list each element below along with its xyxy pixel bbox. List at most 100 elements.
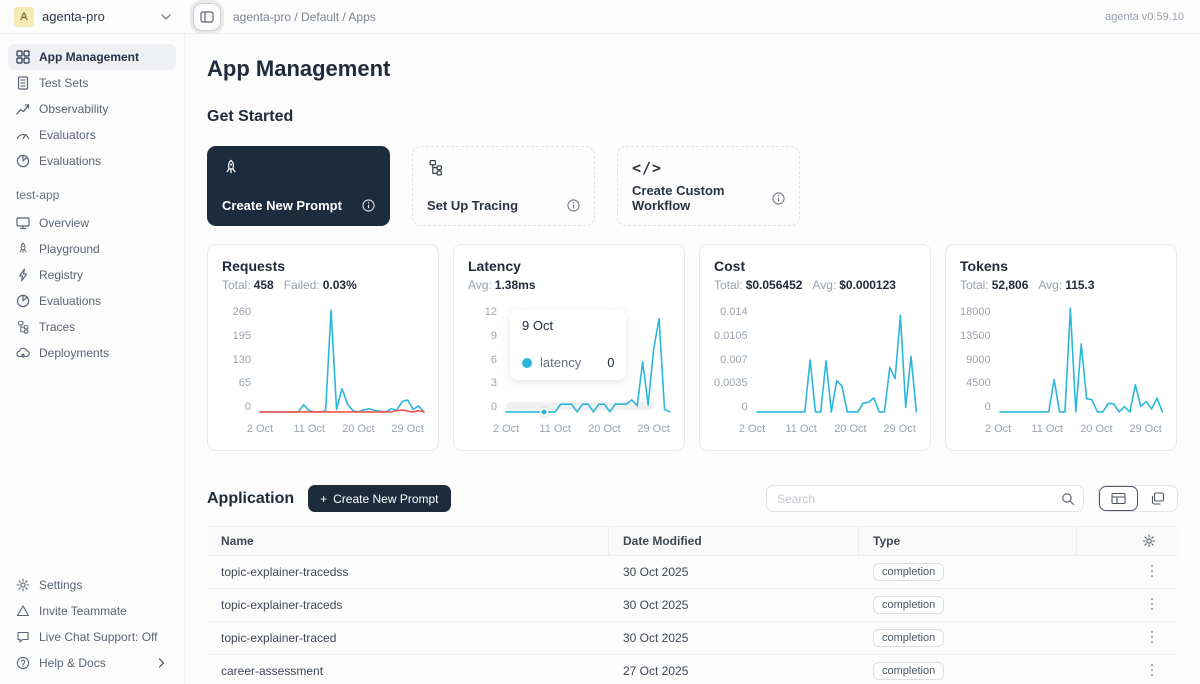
sidebar-item-invite-teammate[interactable]: Invite Teammate xyxy=(8,598,176,624)
sidebar-item-help-docs[interactable]: Help & Docs xyxy=(8,650,176,676)
card-label: Create New Prompt xyxy=(222,198,342,213)
chevron-down-icon xyxy=(161,14,171,20)
chart-tooltip: 9 Octlatency0 xyxy=(510,310,626,380)
sidebar-item-evaluations[interactable]: Evaluations xyxy=(8,148,176,174)
sidebar-item-app-management[interactable]: App Management xyxy=(8,44,176,70)
cell-date-modified: 30 Oct 2025 xyxy=(609,598,859,612)
card-label: Create Custom Workflow xyxy=(632,183,772,213)
chart-plot: 9 Octlatency0 xyxy=(506,306,670,413)
help-icon xyxy=(16,656,30,670)
sidebar-item-label: Invite Teammate xyxy=(39,604,168,618)
cell-name: topic-explainer-traceds xyxy=(207,598,609,612)
application-heading: Application xyxy=(207,490,294,508)
row-actions[interactable] xyxy=(1077,564,1178,581)
sidebar-item-evaluations[interactable]: Evaluations xyxy=(8,288,176,314)
row-actions[interactable] xyxy=(1077,597,1178,614)
x-tick: 11 Oct xyxy=(1031,423,1063,435)
kebab-menu-icon[interactable] xyxy=(1150,597,1154,614)
chart-plot xyxy=(757,306,916,413)
cell-date-modified: 30 Oct 2025 xyxy=(609,631,859,645)
chart-card-latency: LatencyAvg:1.38ms1296309 Octlatency02 Oc… xyxy=(453,244,685,451)
kebab-menu-icon[interactable] xyxy=(1150,630,1154,647)
y-tick: 9 xyxy=(491,330,497,342)
create-new-prompt-card[interactable]: Create New Prompt xyxy=(207,146,390,226)
tooltip-row: latency0 xyxy=(522,355,614,370)
table-row[interactable]: topic-explainer-tracedss30 Oct 2025compl… xyxy=(207,556,1178,589)
sidebar-item-registry[interactable]: Registry xyxy=(8,262,176,288)
sidebar-item-label: Overview xyxy=(39,216,168,230)
y-tick: 0.014 xyxy=(720,306,748,318)
sidebar-item-observability[interactable]: Observability xyxy=(8,96,176,122)
y-tick: 0 xyxy=(491,401,497,413)
gear-icon[interactable] xyxy=(1142,534,1156,548)
sidebar-item-label: Evaluators xyxy=(39,128,168,142)
sidebar-item-label: App Management xyxy=(39,50,168,64)
type-badge: completion xyxy=(873,662,944,680)
y-tick: 0.0105 xyxy=(714,330,748,342)
code-icon: </> xyxy=(632,159,785,177)
kebab-menu-icon[interactable] xyxy=(1150,564,1154,581)
chart-stat: Avg:1.38ms xyxy=(468,278,536,292)
sidebar-item-test-sets[interactable]: Test Sets xyxy=(8,70,176,96)
triangle-icon xyxy=(16,604,30,618)
table-row[interactable]: career-assessment27 Oct 2025completion xyxy=(207,655,1178,684)
chart-stats: Total:52,806Avg:115.3 xyxy=(960,278,1162,292)
bolt-icon xyxy=(16,268,30,282)
x-tick: 20 Oct xyxy=(588,423,620,435)
search-input[interactable] xyxy=(777,492,1061,506)
pie-icon xyxy=(16,294,30,308)
list-icon xyxy=(16,76,30,90)
sidebar-item-playground[interactable]: Playground xyxy=(8,236,176,262)
x-tick: 20 Oct xyxy=(1080,423,1112,435)
chart-title: Latency xyxy=(468,258,670,274)
table-view-button[interactable] xyxy=(1099,486,1138,511)
y-tick: 0 xyxy=(984,401,990,413)
sidebar-item-live-chat-support-off[interactable]: Live Chat Support: Off xyxy=(8,624,176,650)
sidebar-item-label: Help & Docs xyxy=(39,656,145,670)
x-axis: 2 Oct11 Oct20 Oct29 Oct xyxy=(998,419,1162,437)
search-icon[interactable] xyxy=(1061,492,1075,506)
row-actions[interactable] xyxy=(1077,630,1178,647)
cell-type: completion xyxy=(859,596,1077,614)
chart-line-icon xyxy=(16,102,30,116)
table-row[interactable]: topic-explainer-traced30 Oct 2025complet… xyxy=(207,622,1178,655)
workspace-name: agenta-pro xyxy=(42,9,153,24)
type-badge: completion xyxy=(873,629,944,647)
workspace-selector[interactable]: A agenta-pro xyxy=(0,7,185,27)
y-tick: 65 xyxy=(239,377,251,389)
chart-stat: Total:52,806 xyxy=(960,278,1028,292)
sidebar-toggle-button[interactable] xyxy=(193,3,221,31)
row-actions[interactable] xyxy=(1077,663,1178,680)
sidebar-item-label: Registry xyxy=(39,268,168,282)
y-tick: 3 xyxy=(491,377,497,389)
x-tick: 20 Oct xyxy=(342,423,374,435)
sidebar-item-overview[interactable]: Overview xyxy=(8,210,176,236)
card-view-button[interactable] xyxy=(1138,486,1177,511)
sidebar-item-traces[interactable]: Traces xyxy=(8,314,176,340)
create-custom-workflow-card[interactable]: </> Create Custom Workflow xyxy=(617,146,800,226)
page-title: App Management xyxy=(207,56,1178,82)
sidebar-item-evaluators[interactable]: Evaluators xyxy=(8,122,176,148)
y-axis: 1800013500900045000 xyxy=(960,306,1000,413)
table-view-icon xyxy=(1111,492,1126,505)
set-up-tracing-card[interactable]: Set Up Tracing xyxy=(412,146,595,226)
create-new-prompt-button[interactable]: + Create New Prompt xyxy=(308,485,450,512)
sidebar-item-deployments[interactable]: Deployments xyxy=(8,340,176,366)
y-tick: 0 xyxy=(245,401,251,413)
chart-title: Cost xyxy=(714,258,916,274)
info-icon[interactable] xyxy=(567,199,580,212)
table-row[interactable]: topic-explainer-traceds30 Oct 2025comple… xyxy=(207,589,1178,622)
kebab-menu-icon[interactable] xyxy=(1150,663,1154,680)
chart-stats: Avg:1.38ms xyxy=(468,278,670,292)
cloud-icon xyxy=(16,346,30,360)
info-icon[interactable] xyxy=(772,192,785,205)
tooltip-series-name: latency xyxy=(540,355,581,370)
info-icon[interactable] xyxy=(362,199,375,212)
chevron-right-icon xyxy=(154,658,168,668)
gear-icon xyxy=(16,578,30,592)
chart-stat: Total:$0.056452 xyxy=(714,278,802,292)
sidebar-item-settings[interactable]: Settings xyxy=(8,572,176,598)
chart-title: Tokens xyxy=(960,258,1162,274)
card-label: Set Up Tracing xyxy=(427,198,518,213)
get-started-cards: Create New Prompt Set Up Tracing xyxy=(207,146,1178,226)
